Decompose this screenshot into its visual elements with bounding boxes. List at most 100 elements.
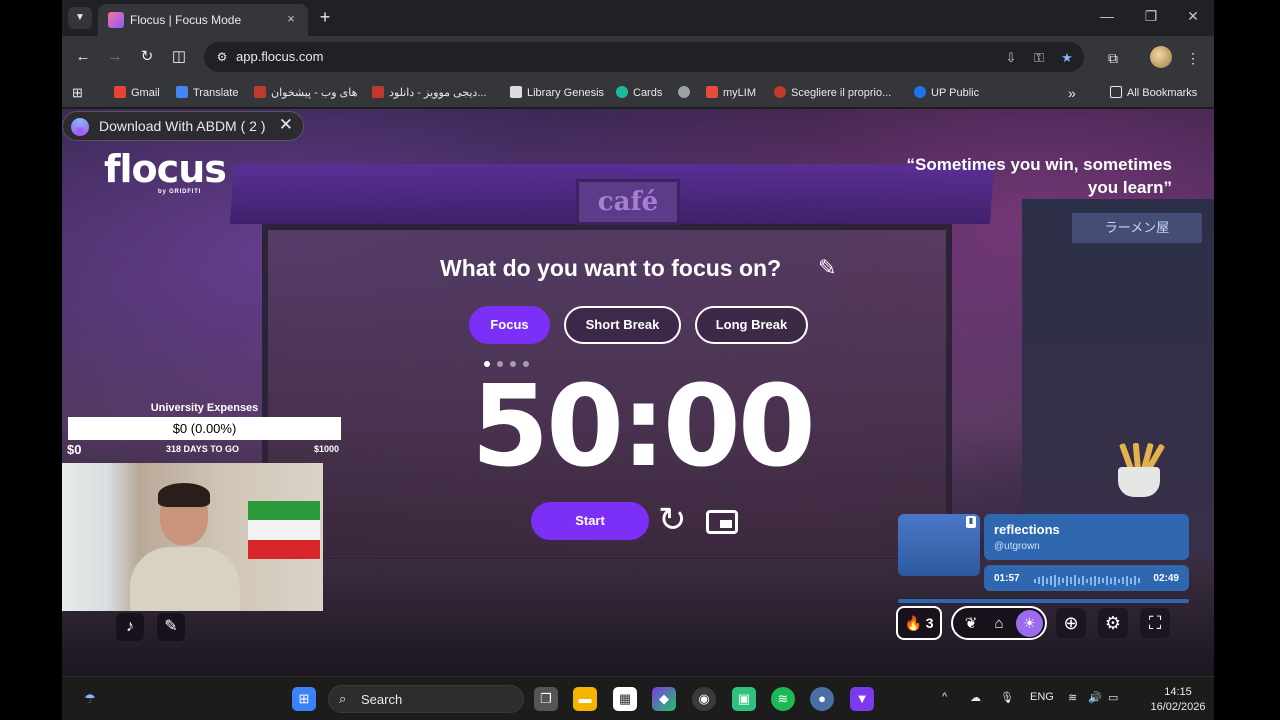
gift-icon[interactable]: ⊕ — [1056, 608, 1086, 638]
mode-focus-button[interactable]: Focus — [469, 306, 550, 344]
start-button[interactable]: Start — [531, 502, 649, 540]
windows-taskbar: ☂ ⊞ ⌕ Search ❐ ▬ ▦ ◆ ◉ ▣ ≋ ● ▼ ^ ☁ 🎙 ENG… — [62, 676, 1214, 720]
apps-grid-icon[interactable]: ⊞ — [72, 84, 83, 102]
reload-button[interactable]: ↻ — [136, 46, 158, 68]
app-icon[interactable]: ● — [810, 687, 834, 711]
plant-icon[interactable]: ❦ — [960, 613, 982, 635]
spotify-icon[interactable]: ≋ — [771, 687, 795, 711]
tab-strip: ▼ Flocus | Focus Mode × + — ❐ ✕ — [62, 0, 1214, 36]
site-icon — [254, 86, 266, 98]
volume-icon[interactable]: 🔊 — [1088, 691, 1102, 704]
task-view-icon[interactable]: ❐ — [534, 687, 558, 711]
tray-chevron-icon[interactable]: ^ — [942, 691, 947, 703]
player-seek-bar[interactable] — [898, 599, 1189, 603]
waveform-bar — [1066, 575, 1068, 586]
waveform[interactable] — [1034, 572, 1144, 587]
bookmark-cards[interactable]: Cards — [616, 84, 662, 102]
store-icon[interactable]: ▦ — [613, 687, 637, 711]
minimize-button[interactable]: — — [1092, 8, 1122, 24]
abdm-download-banner[interactable]: Download With ABDM ( 2 ) ✕ — [62, 111, 304, 141]
bookmark-scegliere[interactable]: Scegliere il proprio... — [774, 84, 891, 102]
install-app-icon[interactable]: ⇩ — [1002, 49, 1020, 67]
browser-window: ▼ Flocus | Focus Mode × + — ❐ ✕ ← → ↻ ◫ … — [62, 0, 1214, 720]
site-settings-icon[interactable]: ⚙ — [214, 49, 230, 65]
profile-avatar[interactable] — [1150, 46, 1172, 68]
m365-icon[interactable]: ◆ — [652, 687, 676, 711]
streak-counter[interactable]: 🔥 3 — [896, 606, 942, 640]
tab-flocus[interactable]: Flocus | Focus Mode × — [98, 4, 308, 36]
more-bookmarks-button[interactable]: » — [1068, 84, 1076, 102]
windows-start-icon[interactable]: ⊞ — [292, 687, 316, 711]
new-tab-button[interactable]: + — [314, 6, 336, 28]
folder-icon — [1110, 86, 1122, 98]
abdm-logo-icon — [71, 118, 89, 136]
waveform-bar — [1106, 576, 1108, 586]
pip-inner — [720, 520, 732, 528]
bookmark-gmail[interactable]: Gmail — [114, 84, 160, 102]
bookmark-mylim[interactable]: myLIM — [706, 84, 756, 102]
bookmark-up-public[interactable]: UP Public — [914, 84, 979, 102]
tab-close-button[interactable]: × — [282, 10, 300, 28]
bookmark-persian-1[interactable]: های وب - پیشخوان — [254, 84, 357, 102]
split-view-icon[interactable]: ◫ — [168, 46, 190, 68]
mode-short-break-button[interactable]: Short Break — [564, 306, 681, 344]
cloud-icon[interactable]: ☁ — [970, 691, 981, 704]
password-key-icon[interactable]: ⚿ — [1030, 49, 1048, 67]
flocus-logo[interactable]: flocus — [104, 147, 227, 191]
focus-question[interactable]: What do you want to focus on? — [440, 255, 781, 282]
waveform-bar — [1130, 577, 1132, 584]
waveform-bar — [1098, 577, 1100, 585]
wifi-icon[interactable]: ≋ — [1068, 691, 1077, 704]
close-window-button[interactable]: ✕ — [1178, 8, 1208, 25]
bookmark-star-icon[interactable]: ★ — [1058, 49, 1076, 67]
bookmark-translate[interactable]: Translate — [176, 84, 238, 102]
menu-kebab-icon[interactable]: ⋮ — [1182, 47, 1204, 69]
bookmark-persian-2[interactable]: دیجی موویز - دانلود... — [372, 84, 487, 102]
track-artwork[interactable]: ▮ — [898, 514, 980, 576]
goal-progress-bar: $0 (0.00%) — [68, 417, 341, 440]
home-icon[interactable]: ⌂ — [988, 613, 1010, 635]
file-explorer-icon[interactable]: ▬ — [573, 687, 597, 711]
fullscreen-icon[interactable]: ⛶ — [1140, 608, 1170, 638]
system-clock[interactable]: 14:15 16/02/2026 — [1148, 685, 1208, 715]
edit-pencil-icon[interactable]: ✎ — [818, 255, 836, 281]
settings-gear-icon[interactable]: ⚙ — [1098, 608, 1128, 638]
weather-icon[interactable]: ☂ — [78, 687, 102, 711]
chrome-icon[interactable]: ◉ — [692, 687, 716, 711]
vpn-icon[interactable]: ▼ — [850, 687, 874, 711]
app-icon[interactable]: ▣ — [732, 687, 756, 711]
bookmark-library-genesis[interactable]: Library Genesis — [510, 84, 604, 102]
music-player-info: reflections @utgrown — [984, 514, 1189, 560]
music-note-icon[interactable]: ♪ — [116, 613, 144, 641]
back-button[interactable]: ← — [72, 46, 94, 68]
extensions-icon[interactable]: ⧉ — [1102, 47, 1124, 69]
search-icon: ⌕ — [339, 691, 347, 706]
maximize-button[interactable]: ❐ — [1136, 8, 1166, 25]
abdm-close-button[interactable]: ✕ — [279, 115, 293, 135]
mode-long-break-button[interactable]: Long Break — [695, 306, 808, 344]
tab-search-button[interactable]: ▼ — [68, 7, 92, 29]
flocus-page: café ラーメン屋 Download With ABDM ( 2 ) ✕ fl… — [62, 109, 1214, 676]
bookmark-badge-icon: ▮ — [966, 516, 976, 528]
address-bar[interactable]: ⚙ app.flocus.com ⇩ ⚿ ★ — [204, 42, 1084, 72]
streak-count: 3 — [925, 615, 934, 631]
all-bookmarks-button[interactable]: All Bookmarks — [1110, 84, 1197, 102]
lightbulb-icon[interactable]: ☀ — [1016, 610, 1043, 637]
forward-button[interactable]: → — [104, 46, 126, 68]
music-player-progress[interactable]: 01:57 02:49 — [984, 565, 1189, 591]
motivational-quote: “Sometimes you win, sometimes you learn” — [906, 155, 1172, 197]
draw-pencil-icon[interactable]: ✎ — [157, 613, 185, 641]
microphone-icon[interactable]: 🎙 — [1000, 691, 1014, 704]
flocus-favicon-icon — [108, 12, 124, 28]
webcam-overlay — [62, 463, 323, 611]
waveform-bar — [1122, 577, 1124, 585]
reset-timer-icon[interactable]: ↻ — [658, 500, 687, 540]
bookmarks-bar: ⊞ Gmail Translate های وب - پیشخوان دیجی … — [62, 78, 1214, 108]
picture-in-picture-icon[interactable] — [706, 510, 738, 534]
waveform-bar — [1062, 578, 1064, 584]
taskbar-search[interactable]: ⌕ Search — [328, 685, 524, 713]
language-indicator[interactable]: ENG — [1030, 691, 1054, 703]
goal-max-label: $1000 — [314, 444, 340, 454]
battery-icon[interactable]: ▭ — [1108, 691, 1118, 704]
bookmark-globe[interactable] — [678, 84, 695, 102]
